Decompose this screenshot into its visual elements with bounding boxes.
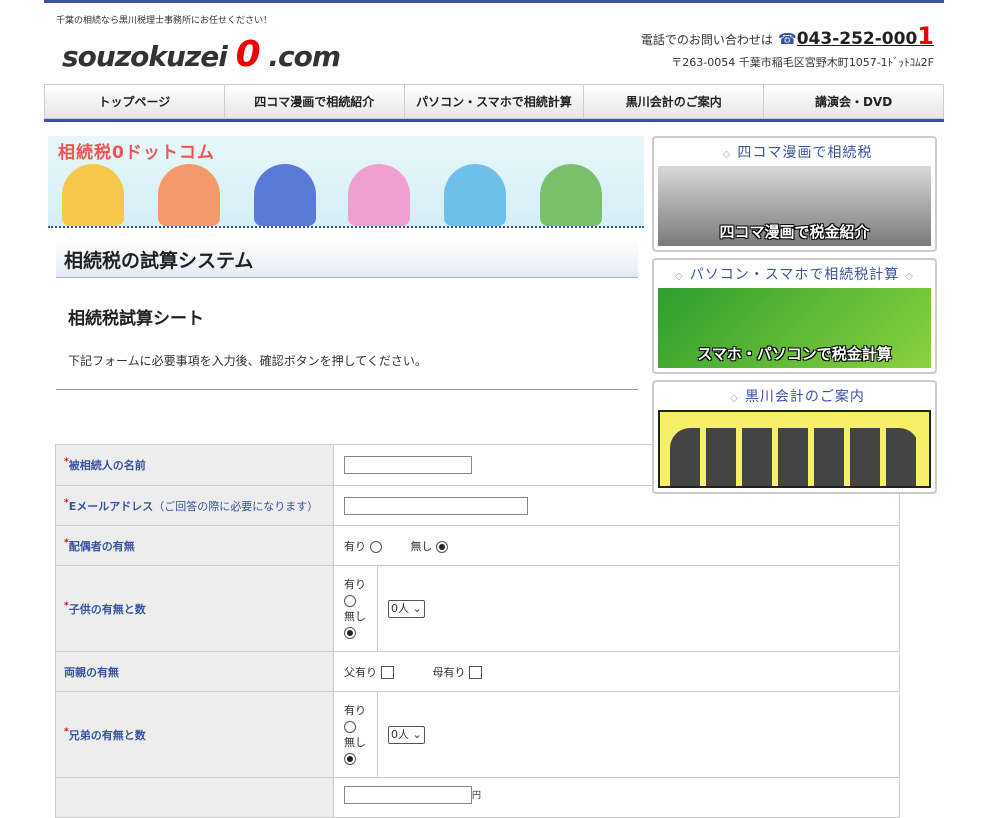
global-nav: トップページ 四コマ漫画で相続紹介 パソコン・スマホで相続計算 黒川会計のご案内… (44, 84, 944, 122)
email-input[interactable] (344, 496, 528, 515)
form-label: *被相続人の名前 (55, 444, 334, 486)
form-label (55, 777, 334, 818)
site-tagline: 千葉の相続なら黒川税理士事務所にお任せください！ (56, 16, 273, 26)
section-divider (56, 389, 638, 390)
office-address: 〒263-0054 千葉市稲毛区宮野木町1057-1ﾄﾞｯﾄｺﾑ2F (671, 56, 934, 69)
children-count-select[interactable]: 0人 ⌄ (388, 599, 425, 618)
email-label: Eメールアドレス (68, 499, 154, 513)
siblings-yes-radio[interactable] (344, 720, 356, 733)
banner-figure (444, 164, 506, 226)
children-no-label: 無し (344, 609, 366, 623)
banner-figure (62, 164, 124, 226)
sidebar-card-calculator[interactable]: ◇ パソコン・スマホで相続税計算 ◇ スマホ・パソコンで税金計算 (652, 258, 937, 374)
staff-illustration (670, 428, 919, 486)
amount-input[interactable] (344, 786, 472, 804)
form-value: 父有り 母有り (333, 651, 900, 692)
sidebar-card-about[interactable]: ◇ 黒川会計のご案内 (652, 380, 937, 494)
spouse-yes-radio[interactable] (369, 540, 382, 553)
parents-label: 両親の有無 (64, 665, 119, 679)
spouse-no-label: 無し (410, 539, 433, 553)
email-note: （ご回答の際に必要になります） (153, 499, 319, 513)
nav-item-calculator[interactable]: パソコン・スマホで相続計算 (403, 84, 584, 119)
siblings-label: 兄弟の有無と数 (68, 728, 146, 742)
spouse-yes-label: 有り (344, 539, 366, 553)
sidebar-card-image: スマホ・パソコンで税金計算 (658, 288, 931, 368)
form-label: *兄弟の有無と数 (55, 691, 334, 778)
sidebar: ◇ 四コマ漫画で相続税 四コマ漫画で税金紹介 ◇ パソコン・スマホで相続税計算 ◇ ス… (652, 136, 937, 500)
sidebar-card-caption: スマホ・パソコンで税金計算 (697, 345, 892, 363)
phone-number[interactable]: 043-252-0001 (796, 22, 934, 50)
father-label: 父有り (344, 665, 377, 679)
siblings-count-value: 0人 (391, 727, 409, 741)
mother-checkbox[interactable] (469, 666, 482, 679)
children-yes-radio[interactable] (344, 594, 356, 607)
banner-figure (348, 164, 410, 226)
site-logo[interactable]: souzokuzei 0 .com (62, 34, 341, 75)
mother-label: 母有り (432, 665, 466, 679)
nav-item-about[interactable]: 黒川会計のご案内 (583, 84, 764, 119)
siblings-yes-label: 有り (344, 703, 366, 717)
form-value: 円 (333, 777, 900, 818)
logo-text-left: souzokuzei (62, 40, 228, 73)
children-count-value: 0人 (391, 601, 409, 615)
form-value: 有り 無し (333, 525, 900, 566)
form-row-spouse: *配偶者の有無 有り 無し (55, 525, 900, 566)
hero-banner: 相続税0ドットコム (48, 136, 644, 228)
section-subtitle: 相続税試算シート (68, 309, 204, 329)
form-value: 0人 ⌄ (377, 691, 900, 778)
form-label: *Eメールアドレス（ご回答の際に必要になります） (55, 485, 334, 526)
sidebar-card-manga[interactable]: ◇ 四コマ漫画で相続税 四コマ漫画で税金紹介 (652, 136, 937, 252)
banner-figure (540, 164, 602, 226)
form-value: 0人 ⌄ (377, 565, 900, 652)
banner-figure (254, 164, 316, 226)
decedent-name-label: 被相続人の名前 (68, 459, 146, 472)
nav-item-seminar[interactable]: 講演会・DVD (763, 84, 944, 119)
form-row-parents: 両親の有無 父有り 母有り (55, 651, 900, 692)
banner-title: 相続税0ドットコム (58, 143, 215, 163)
sidebar-card-title: ◇ パソコン・スマホで相続税計算 ◇ (675, 267, 914, 283)
children-yes-label: 有り (344, 577, 366, 591)
logo-zero: 0 (235, 34, 261, 75)
sidebar-card-title-text: 黒川会計のご案内 (744, 389, 865, 405)
sidebar-card-image (658, 410, 931, 488)
sidebar-card-title-text: 四コマ漫画で相続税 (737, 145, 873, 161)
spouse-no-radio[interactable] (436, 540, 448, 553)
form-row-siblings: *兄弟の有無と数 有り 無し 0人 ⌄ (55, 691, 900, 778)
amount-unit: 円 (472, 791, 482, 801)
form-row-children: *子供の有無と数 有り 無し 0人 ⌄ (55, 565, 900, 652)
top-accent-bar (44, 0, 944, 3)
estimate-form: *被相続人の名前 *Eメールアドレス（ご回答の際に必要になります） *配偶者の有… (55, 444, 900, 818)
nav-item-top[interactable]: トップページ (44, 84, 224, 119)
phone-icon: ☎ (778, 30, 797, 48)
form-label: *配偶者の有無 (55, 525, 334, 566)
phone-contact: 電話でのお問い合わせは ☎043-252-0001 (641, 22, 934, 50)
children-no-radio[interactable] (344, 626, 356, 639)
form-value: 有り 無し (333, 565, 378, 652)
form-row-next: 円 (55, 777, 900, 818)
sidebar-card-title-text: パソコン・スマホで相続税計算 (689, 267, 900, 283)
siblings-count-select[interactable]: 0人 ⌄ (388, 725, 425, 744)
siblings-no-radio[interactable] (344, 752, 356, 765)
siblings-no-label: 無し (344, 735, 366, 749)
sidebar-card-title: ◇ 黒川会計のご案内 (730, 389, 865, 405)
banner-figure (158, 164, 220, 226)
form-instruction: 下記フォームに必要事項を入力後、確認ボタンを押してください。 (68, 354, 427, 368)
form-label: 両親の有無 (55, 651, 334, 692)
sidebar-card-title: ◇ 四コマ漫画で相続税 (722, 145, 873, 161)
phone-number-last: 1 (917, 22, 934, 50)
children-label: 子供の有無と数 (68, 602, 146, 616)
form-value: 有り 無し (333, 691, 378, 778)
nav-item-manga[interactable]: 四コマ漫画で相続紹介 (223, 84, 404, 119)
sidebar-card-image: 四コマ漫画で税金紹介 (658, 166, 931, 246)
decedent-name-input[interactable] (344, 456, 472, 474)
form-label: *子供の有無と数 (55, 565, 334, 652)
phone-label: 電話でのお問い合わせは (640, 33, 773, 47)
logo-text-right: .com (268, 40, 341, 73)
spouse-label: 配偶者の有無 (68, 539, 135, 553)
father-checkbox[interactable] (380, 666, 394, 679)
page-title: 相続税の試算システム (56, 240, 638, 278)
sidebar-card-caption: 四コマ漫画で税金紹介 (719, 223, 870, 241)
phone-number-main: 043-252-000 (796, 29, 918, 49)
